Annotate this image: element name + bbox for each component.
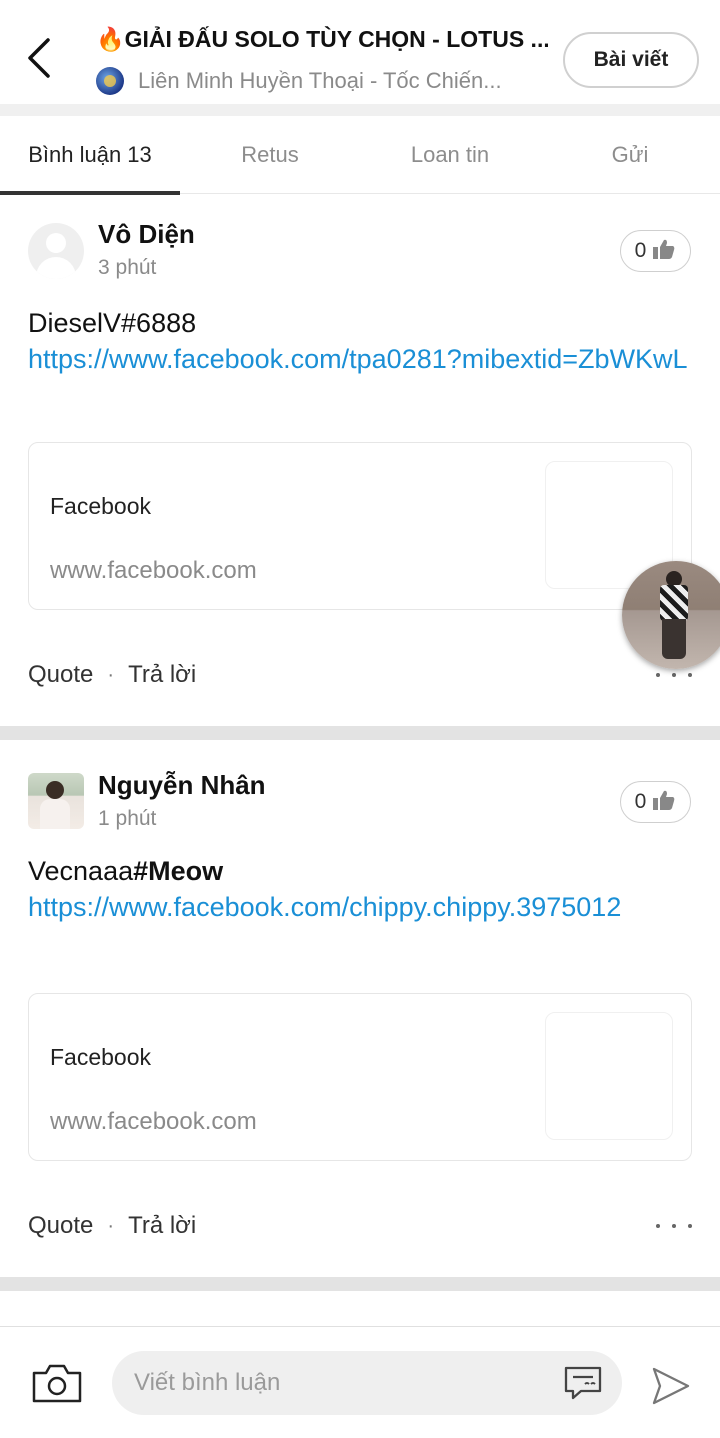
like-count: 0 [634, 239, 647, 262]
link-preview-card[interactable]: Facebook www.facebook.com [28, 442, 692, 610]
comment-plain-text: Vecnaaa [28, 856, 134, 886]
community-link[interactable]: Liên Minh Huyền Thoại - Tốc Chiến... [96, 66, 548, 96]
comment-actions: Quote · Trả lời [28, 1206, 196, 1246]
reply-button[interactable]: Trả lời [128, 661, 196, 689]
floating-video-bubble[interactable] [622, 561, 720, 669]
quote-button[interactable]: Quote [28, 661, 93, 689]
card-domain: www.facebook.com [50, 1108, 257, 1135]
reply-button[interactable]: Trả lời [128, 1212, 196, 1240]
link-preview-card[interactable]: Facebook www.facebook.com [28, 993, 692, 1161]
emoji-comment-icon[interactable] [563, 1365, 603, 1401]
tab-bar: Bình luận 13 Retus Loan tin Gửi [0, 116, 720, 195]
next-comment-peek [0, 1292, 720, 1326]
post-button[interactable]: Bài viết [563, 32, 699, 88]
comment-link[interactable]: https://www.facebook.com/tpa0281?mibexti… [28, 344, 688, 374]
like-count: 0 [634, 790, 647, 813]
card-thumbnail [545, 1012, 673, 1140]
comment-plain-text: DieselV#6888 [28, 308, 197, 338]
comment-hashtag[interactable]: #Meow [133, 856, 223, 886]
send-icon[interactable] [650, 1365, 692, 1407]
back-arrow-icon[interactable] [22, 36, 58, 80]
avatar[interactable] [28, 773, 84, 829]
comment-actions: Quote · Trả lời [28, 655, 196, 695]
divider [0, 726, 720, 740]
thumbs-up-icon [652, 789, 676, 816]
card-title: Facebook [50, 493, 152, 519]
comment-link[interactable]: https://www.facebook.com/chippy.chippy.3… [28, 892, 621, 922]
thumbs-up-icon [652, 238, 676, 265]
comment-time: 3 phút [98, 256, 157, 279]
tab-share-news[interactable]: Loan tin [360, 116, 540, 194]
tab-retus[interactable]: Retus [180, 116, 360, 194]
divider [0, 1277, 720, 1291]
comment-author[interactable]: Nguyễn Nhân [98, 770, 266, 801]
separator-dot: · [107, 1214, 115, 1237]
card-domain: www.facebook.com [50, 557, 257, 584]
header: 🔥GIẢI ĐẤU SOLO TÙY CHỌN - LOTUS ... Liên… [0, 0, 720, 104]
post-title: 🔥GIẢI ĐẤU SOLO TÙY CHỌN - LOTUS ... [96, 26, 548, 52]
comment-item: Vô Diện 3 phút 0 DieselV#6888 https://ww… [0, 195, 720, 725]
community-badge-icon [96, 67, 124, 95]
more-options-icon[interactable] [656, 1216, 692, 1236]
like-button[interactable]: 0 [620, 230, 691, 272]
card-title: Facebook [50, 1044, 152, 1070]
camera-icon[interactable] [30, 1361, 84, 1405]
divider [0, 104, 720, 116]
comment-time: 1 phút [98, 807, 157, 830]
quote-button[interactable]: Quote [28, 1212, 93, 1240]
comment-item: Nguyễn Nhân 1 phút 0 Vecnaaa#Meow https:… [0, 740, 720, 1277]
comment-text: DieselV#6888 https://www.facebook.com/tp… [28, 305, 692, 377]
separator-dot: · [107, 663, 115, 686]
community-name: Liên Minh Huyền Thoại - Tốc Chiến... [138, 68, 502, 93]
comment-author[interactable]: Vô Diện [98, 219, 195, 250]
tab-send[interactable]: Gửi [540, 116, 720, 194]
comment-composer [0, 1326, 720, 1438]
avatar[interactable] [28, 223, 84, 279]
comment-input[interactable] [112, 1351, 622, 1415]
comment-text: Vecnaaa#Meow https://www.facebook.com/ch… [28, 853, 692, 925]
tab-comments[interactable]: Bình luận 13 [0, 116, 180, 195]
like-button[interactable]: 0 [620, 781, 691, 823]
